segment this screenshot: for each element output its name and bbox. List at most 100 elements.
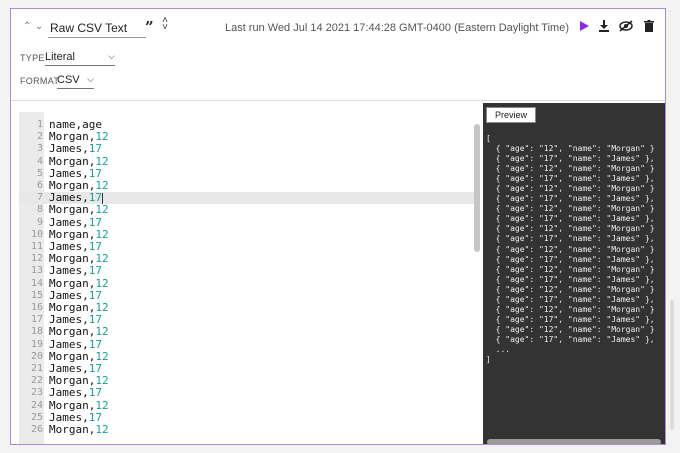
line-number: 8	[36, 204, 43, 216]
trash-icon	[644, 20, 654, 32]
line-number: 9	[36, 216, 43, 228]
download-button[interactable]	[596, 18, 612, 34]
format-label: FORMAT	[20, 76, 60, 86]
type-select-value: Literal	[45, 51, 75, 63]
text-cursor	[102, 192, 103, 204]
csv-age-value: 17	[88, 313, 102, 327]
line-number: 1	[36, 119, 43, 130]
csv-name-value: James	[49, 337, 83, 351]
page-scrollbar[interactable]	[670, 300, 674, 430]
csv-separator: ,	[82, 362, 89, 375]
hide-output-button[interactable]	[618, 18, 634, 34]
csv-name-value: James	[49, 362, 83, 375]
csv-age-value: 12	[95, 154, 109, 168]
chevron-up-icon[interactable]: ⌃	[23, 21, 31, 32]
csv-name-value: James	[49, 313, 83, 327]
line-number: 15	[30, 289, 43, 301]
csv-age-value: 17	[88, 240, 102, 253]
csv-age-value: 17	[88, 410, 102, 424]
csv-name-value: Morgan	[49, 374, 89, 388]
csv-age-value: 12	[95, 227, 109, 241]
line-number: 6	[36, 180, 43, 191]
node-toolbar: ⌃ ⌄ ” ˄˅ Last run Wed Jul 14 2021 17:44:…	[11, 9, 665, 47]
csv-name-value: James	[49, 240, 83, 253]
csv-node-panel: ⌃ ⌄ ” ˄˅ Last run Wed Jul 14 2021 17:44:…	[10, 8, 666, 445]
type-label: TYPE	[20, 53, 45, 63]
play-icon	[580, 21, 589, 31]
collapse-icon[interactable]: ˄ ˅	[161, 16, 169, 33]
preview-horizontal-scrollbar[interactable]	[487, 439, 661, 444]
code-text: Morgan,12	[49, 423, 109, 436]
csv-name-value: Morgan	[49, 325, 89, 339]
csv-name-value: James	[49, 264, 83, 278]
csv-name-value: name	[49, 118, 76, 131]
format-select[interactable]: CSV ⌵	[57, 74, 94, 89]
csv-age-value: 17	[88, 288, 102, 302]
csv-separator: ,	[82, 313, 89, 327]
csv-age-value: 12	[95, 423, 109, 436]
csv-name-value: James	[49, 215, 83, 229]
csv-name-value: Morgan	[49, 252, 89, 266]
csv-name-value: Morgan	[49, 301, 89, 314]
csv-age-value: 12	[95, 179, 109, 192]
csv-separator: ,	[82, 142, 89, 156]
line-number: 17	[30, 314, 43, 326]
preview-pane: Preview [ { "age": "12", "name": "Morgan…	[483, 103, 665, 444]
line-number: 13	[30, 265, 43, 277]
line-number: 16	[30, 302, 43, 313]
run-button[interactable]	[576, 18, 592, 34]
csv-separator: ,	[82, 288, 89, 302]
line-number: 3	[36, 143, 43, 155]
csv-name-value: James	[49, 410, 83, 424]
csv-age-value: 12	[95, 349, 109, 363]
line-number: 11	[30, 241, 43, 252]
csv-age-value: 12	[95, 203, 109, 217]
quote-icon[interactable]: ”	[145, 18, 154, 36]
csv-age-value: 17	[88, 166, 102, 180]
line-number: 10	[30, 228, 43, 240]
delete-button[interactable]	[641, 18, 657, 34]
editor-scrollbar[interactable]	[474, 124, 480, 252]
csv-age-value: 17	[88, 215, 102, 229]
csv-name-value: Morgan	[49, 154, 89, 168]
line-number: 22	[30, 375, 43, 387]
line-number: 19	[30, 338, 43, 350]
csv-name-value: James	[49, 191, 83, 205]
line-number: 12	[30, 253, 43, 265]
csv-name-value: Morgan	[49, 349, 89, 363]
line-number: 14	[30, 277, 43, 289]
line-number: 26	[30, 424, 43, 435]
preview-json-output: [ { "age": "12", "name": "Morgan" } { "a…	[486, 134, 655, 365]
format-select-value: CSV	[57, 74, 80, 86]
type-select[interactable]: Literal ⌵	[45, 51, 115, 66]
csv-separator: ,	[82, 264, 89, 278]
csv-name-value: James	[49, 288, 83, 302]
eye-off-icon	[619, 20, 633, 32]
csv-name-value: Morgan	[49, 423, 89, 436]
download-icon	[599, 20, 609, 32]
line-number: 2	[36, 131, 43, 143]
csv-separator: ,	[82, 410, 89, 424]
csv-age-value: 12	[95, 252, 109, 266]
csv-age-value: 17	[88, 386, 102, 400]
csv-name-value: Morgan	[49, 130, 89, 144]
chevron-down-icon[interactable]: ⌄	[35, 21, 43, 32]
chevron-down-icon: ⌵	[108, 51, 115, 61]
node-title-input[interactable]	[48, 19, 146, 38]
csv-code-editor[interactable]: 1 name,age 2 Morgan,12 3 James,17 4 Morgan,12 5 J…	[19, 112, 474, 444]
line-number: 5	[36, 167, 43, 179]
csv-name-value: Morgan	[49, 276, 89, 290]
csv-separator: ,	[82, 166, 89, 180]
line-number: 21	[30, 363, 43, 374]
csv-age-value: 12	[95, 301, 109, 314]
csv-name-value: Morgan	[49, 227, 89, 241]
line-number: 18	[30, 326, 43, 338]
csv-age-value: 17	[88, 264, 102, 278]
csv-name-value: Morgan	[49, 398, 89, 412]
csv-separator: ,	[82, 386, 89, 400]
csv-age-value: 12	[95, 398, 109, 412]
tab-preview[interactable]: Preview	[486, 107, 536, 123]
csv-separator: ,	[82, 191, 89, 205]
code-line[interactable]: 26 Morgan,12	[19, 423, 474, 436]
csv-separator: ,	[82, 240, 89, 253]
